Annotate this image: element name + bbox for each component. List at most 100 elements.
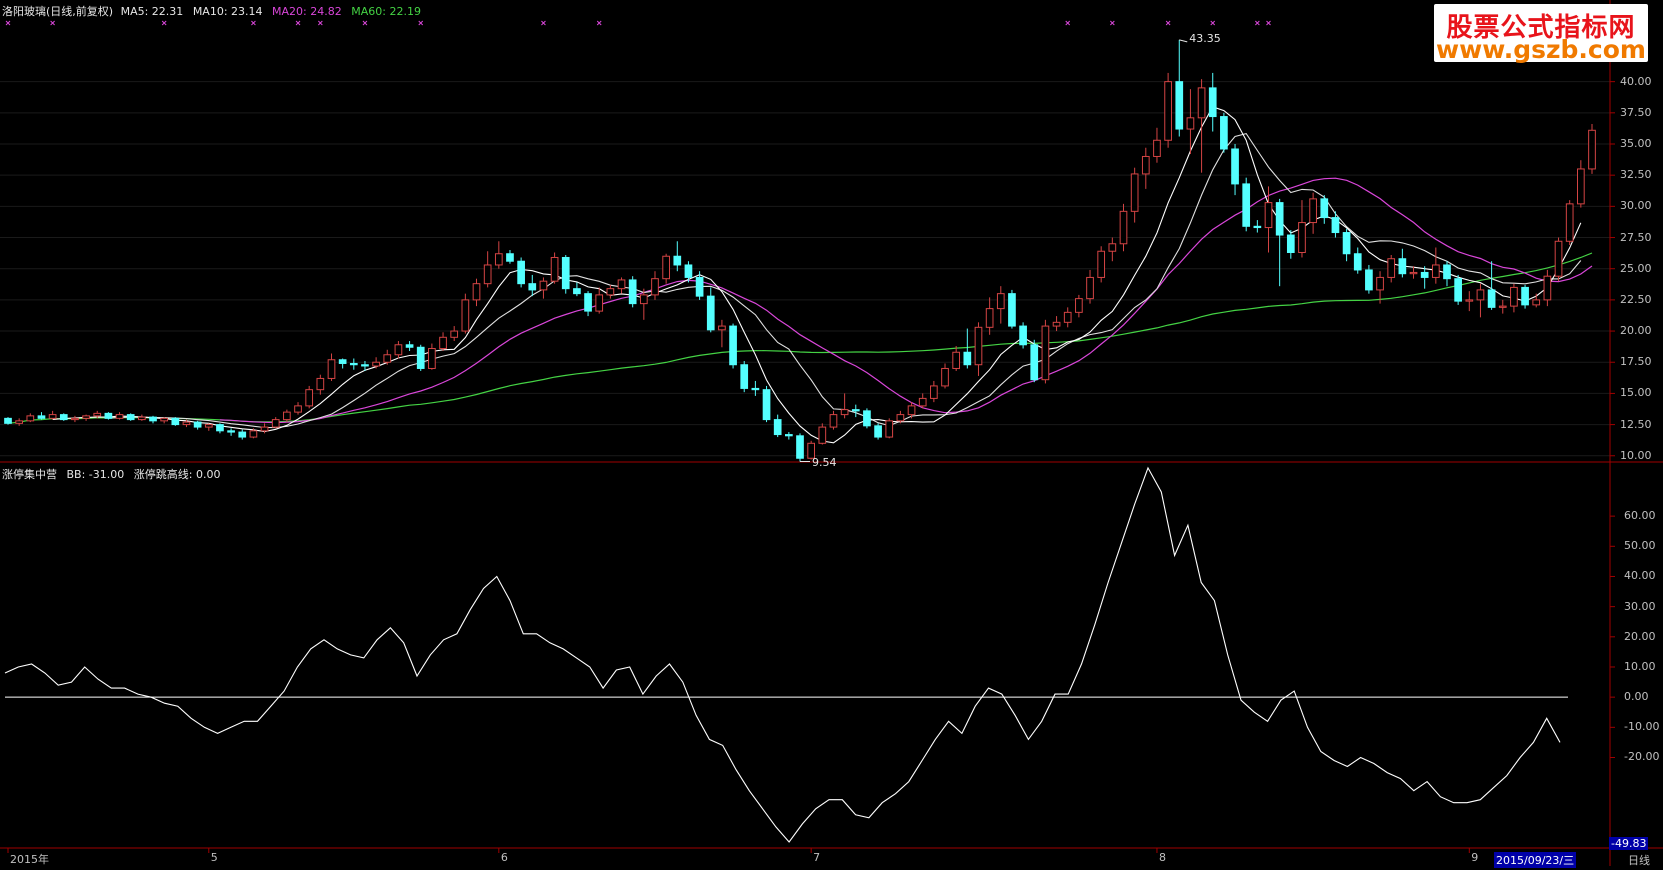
candle-body: [1331, 217, 1340, 234]
max-pointer: [1179, 39, 1188, 43]
candle-body: [885, 420, 894, 438]
ma5-line: [52, 106, 1582, 444]
zt-label: 涨停跳高线: 0.00: [133, 468, 221, 481]
signal-marker: [541, 20, 546, 26]
candle-body: [104, 412, 113, 419]
watermark-logo: 股票公式指标网 www.gszb.com: [1434, 4, 1648, 64]
x-tick-label: 6: [500, 851, 508, 864]
candle-body: [517, 260, 525, 285]
candle-body: [193, 421, 202, 428]
candle-body: [1275, 202, 1284, 236]
upper-y-tick-label: 30.00: [1620, 199, 1652, 213]
candle-body: [483, 264, 492, 285]
upper-y-tick-label: 32.50: [1620, 168, 1652, 182]
candle-body: [1342, 232, 1351, 255]
candle-body: [37, 415, 46, 419]
candle-body: [1521, 286, 1529, 306]
upper-y-tick-label: 22.50: [1620, 292, 1652, 306]
candle-body: [1119, 210, 1128, 245]
candle-body: [606, 288, 615, 296]
candle-body: [796, 435, 804, 459]
signal-marker: [1109, 20, 1115, 26]
candle-body: [573, 288, 581, 295]
x-tick-label: 5: [210, 851, 218, 864]
candle-body: [450, 330, 459, 338]
upper-y-tick-label: 35.00: [1620, 137, 1652, 150]
candle-body: [461, 299, 470, 332]
lower-y-tick-label: 20.00: [1624, 629, 1656, 643]
candle-body: [494, 253, 503, 266]
candle-body: [684, 264, 693, 278]
candle-body: [1220, 116, 1228, 150]
signal-marker: [362, 20, 368, 26]
upper-y-tick-label: 20.00: [1620, 324, 1652, 338]
signal-marker: [251, 20, 256, 26]
watermark-line2: www.gszb.com: [1436, 35, 1646, 64]
candle-body: [506, 253, 514, 262]
candle-body: [1130, 173, 1139, 212]
candle-body: [1532, 299, 1541, 306]
candle-body: [1008, 293, 1016, 327]
candle-body: [71, 417, 79, 421]
candle-body: [651, 278, 659, 296]
candle-body: [1075, 298, 1083, 313]
candle-body: [628, 279, 637, 305]
candle-body: [1554, 240, 1563, 277]
candle-body: [1242, 183, 1251, 227]
candle-body: [528, 283, 537, 291]
candle-body: [1510, 286, 1518, 307]
candle-body: [762, 389, 771, 421]
chart-svg[interactable]: [0, 0, 1663, 866]
lower-y-tick-label: 50.00: [1624, 539, 1656, 553]
candle-body: [316, 377, 325, 391]
candle-body: [1398, 258, 1407, 275]
candle-body: [1443, 264, 1451, 280]
candle-body: [662, 255, 670, 280]
candle-body: [963, 351, 972, 366]
candle-body: [996, 293, 1005, 310]
signal-marker: [1210, 20, 1216, 26]
upper-y-tick-label: 10.00: [1620, 448, 1652, 462]
candle-body: [115, 414, 124, 419]
candle-body: [1476, 289, 1485, 301]
ma60-line: [7, 252, 1593, 424]
candle-body: [706, 295, 715, 331]
candle-body: [907, 405, 916, 416]
upper-y-tick-label: 27.50: [1620, 230, 1652, 244]
ma20-label: MA20: 24.82: [272, 5, 342, 18]
lower-header: 涨停集中营 BB: -31.00 涨停跳高线: 0.00: [2, 466, 220, 482]
candle-body: [405, 344, 414, 348]
upper-y-tick-label: 40.00: [1620, 74, 1652, 88]
candle-body: [249, 430, 258, 438]
lower-y-tick-label: 30.00: [1624, 599, 1656, 613]
candle-body: [1019, 325, 1027, 346]
candle-body: [349, 362, 358, 366]
ma10-label: MA10: 23.14: [192, 5, 263, 18]
upper-y-tick-label: 37.50: [1620, 105, 1652, 119]
x-tick-label: 9: [1471, 851, 1479, 864]
signal-marker: [317, 20, 323, 26]
candle-body: [416, 346, 425, 369]
candle-body: [383, 354, 392, 363]
candle-body: [550, 256, 559, 282]
x-tick-label: 8: [1158, 851, 1166, 864]
candle-body: [941, 367, 949, 387]
lower-y-tick-label: 40.00: [1624, 569, 1656, 583]
frame-layer: [0, 0, 1663, 866]
candle-body: [1264, 202, 1273, 229]
candle-body: [718, 325, 726, 331]
lower-y-tick-label: -20.00: [1624, 750, 1660, 764]
candle-body: [472, 283, 481, 301]
candle-body: [561, 256, 570, 290]
candle-body: [863, 410, 871, 427]
candle-body: [1097, 250, 1106, 278]
candle-body: [784, 434, 793, 437]
indicator-layer: [4, 466, 1568, 843]
candle-body: [372, 361, 380, 367]
stock-title: 洛阳玻璃(日线,前复权): [2, 5, 114, 18]
max-price-label: 43.35: [1189, 31, 1221, 45]
candle-body: [1208, 87, 1217, 118]
candle-body: [4, 417, 12, 424]
indicator-title: 涨停集中营: [2, 468, 57, 481]
ma5-label: MA5: 22.31: [120, 5, 184, 18]
